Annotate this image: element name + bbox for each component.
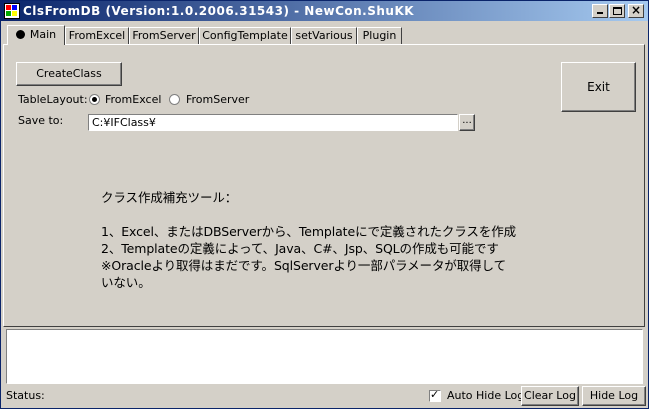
tab-label: ConfigTemplate — [202, 29, 288, 42]
tab-label: Main — [29, 28, 57, 41]
tab-main[interactable]: Main — [7, 25, 65, 45]
hide-log-button[interactable]: Hide Log — [582, 386, 646, 406]
maximize-icon — [613, 7, 622, 15]
description-heading: クラス作成補充ツール： — [101, 190, 238, 205]
radio-fromserver-label[interactable]: FromServer — [186, 93, 249, 106]
tab-setvarious[interactable]: setVarious — [291, 27, 357, 44]
radio-fromexcel[interactable] — [89, 94, 100, 105]
main-tab-panel — [3, 44, 645, 327]
radio-fromexcel-label[interactable]: FromExcel — [105, 93, 161, 106]
exit-button[interactable]: Exit — [561, 62, 636, 112]
close-icon: × — [630, 3, 642, 17]
app-icon[interactable] — [4, 3, 20, 19]
check-icon: ✓ — [430, 388, 440, 401]
record-dot-icon — [15, 29, 25, 39]
tab-label: FromServer — [132, 29, 196, 42]
save-to-label: Save to: — [18, 114, 64, 127]
close-button[interactable]: × — [628, 3, 644, 18]
radio-fromserver[interactable] — [169, 94, 180, 105]
create-class-button[interactable]: CreateClass — [16, 62, 122, 86]
tab-fromexcel[interactable]: FromExcel — [65, 27, 129, 44]
description-line: いない。 — [101, 275, 151, 290]
description-line: ※Oracleより取得はまだです。SqlServerより一部パラメータが取得して — [101, 258, 506, 273]
tab-label: Plugin — [362, 29, 397, 42]
maximize-button[interactable] — [609, 4, 625, 18]
log-output[interactable] — [6, 329, 643, 384]
minimize-button[interactable] — [592, 4, 608, 18]
window-title: ClsFromDB (Version:1.0.2006.31543) - New… — [23, 4, 415, 18]
tab-label: setVarious — [295, 29, 353, 42]
tab-fromserver[interactable]: FromServer — [129, 27, 199, 44]
tab-configtemplate[interactable]: ConfigTemplate — [199, 27, 291, 44]
save-path-input[interactable] — [88, 114, 458, 131]
auto-hide-log-label[interactable]: Auto Hide Log — [447, 389, 524, 402]
auto-hide-log-checkbox[interactable]: ✓ — [429, 388, 441, 402]
title-bar[interactable]: ClsFromDB (Version:1.0.2006.31543) - New… — [1, 1, 648, 21]
table-layout-label: TableLayout: — [18, 93, 88, 106]
browse-button[interactable]: ... — [459, 114, 475, 131]
minimize-icon — [597, 12, 603, 14]
tab-label: FromExcel — [68, 29, 126, 42]
clear-log-button[interactable]: Clear Log — [521, 386, 579, 406]
app-window: ClsFromDB (Version:1.0.2006.31543) - New… — [0, 0, 649, 409]
status-label: Status: — [6, 389, 45, 402]
tab-plugin[interactable]: Plugin — [357, 27, 402, 44]
